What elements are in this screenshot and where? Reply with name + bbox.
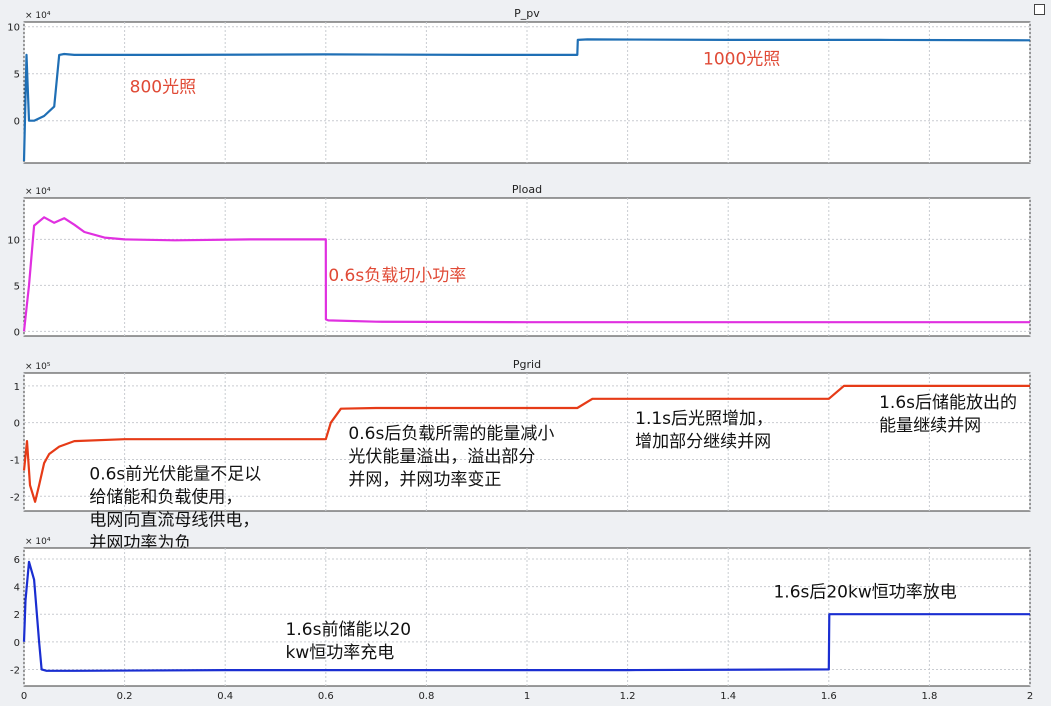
y-tick-label: 0 (14, 419, 20, 430)
x-tick-label: 0.8 (418, 691, 434, 702)
panel-3: Pgrid× 10⁵-2-1010.6s前光伏能量不足以给储能和负载使用，电网向… (10, 358, 1031, 554)
y-tick-label: 0 (14, 117, 20, 128)
y-tick-label: 1 (14, 382, 20, 393)
x-tick-label: 1.4 (720, 691, 736, 702)
panel-title: Pload (512, 183, 542, 196)
x-tick-label: 0.2 (117, 691, 133, 702)
annotation-text: 1000光照 (703, 49, 780, 69)
annotation-text: 0.6s负载切小功率 (328, 266, 466, 286)
y-tick-label: 5 (14, 70, 20, 81)
x-tick-label: 0.4 (217, 691, 233, 702)
panel-4: × 10⁴ -2 0 2 4 6 0 0.2 0.4 0.6 0.8 1 1.2 1.4 1.6 1.8 2 1.… (10, 537, 1033, 702)
y-tick-label: 10 (7, 235, 20, 246)
scope-figure: P_pv× 10⁴0510800光照1000光照Pload× 10⁴05100.… (7, 7, 1033, 702)
x-tick-label: 2 (1027, 691, 1033, 702)
y-tick-label: 0 (14, 327, 20, 338)
x-tick-label: 1 (524, 691, 530, 702)
panel-2: Pload × 10⁴ 0 5 10 0.6s负载切小功率 (7, 183, 1031, 338)
panel-title: Pgrid (513, 358, 541, 371)
x-tick-label: 0.6 (318, 691, 334, 702)
y-tick-label: 0 (14, 638, 20, 649)
y-tick-label: 2 (14, 610, 20, 621)
y-multiplier-label: × 10⁵ (25, 362, 51, 372)
y-tick-label: 10 (7, 23, 20, 34)
x-tick-label: 1.8 (921, 691, 937, 702)
y-tick-label: -2 (10, 665, 20, 676)
panel-1: P_pv × 10⁴ 0 5 10 800光照 1000光照 (7, 7, 1031, 164)
y-tick-label: 6 (14, 555, 20, 566)
y-tick-label: 4 (14, 583, 20, 594)
x-tick-label: 1.6 (821, 691, 837, 702)
y-tick-label: -1 (10, 455, 20, 466)
panel-title: P_pv (514, 7, 540, 20)
x-tick-label: 1.2 (620, 691, 636, 702)
annotation-text: 800光照 (130, 78, 196, 98)
y-multiplier-label: × 10⁴ (25, 537, 51, 547)
y-tick-label: 5 (14, 281, 20, 292)
y-tick-label: -2 (10, 492, 20, 503)
y-multiplier-label: × 10⁴ (25, 11, 51, 21)
x-tick-label: 0 (21, 691, 27, 702)
y-multiplier-label: × 10⁴ (25, 187, 51, 197)
annotation-text: 1.6s后20kw恒功率放电 (773, 583, 956, 603)
